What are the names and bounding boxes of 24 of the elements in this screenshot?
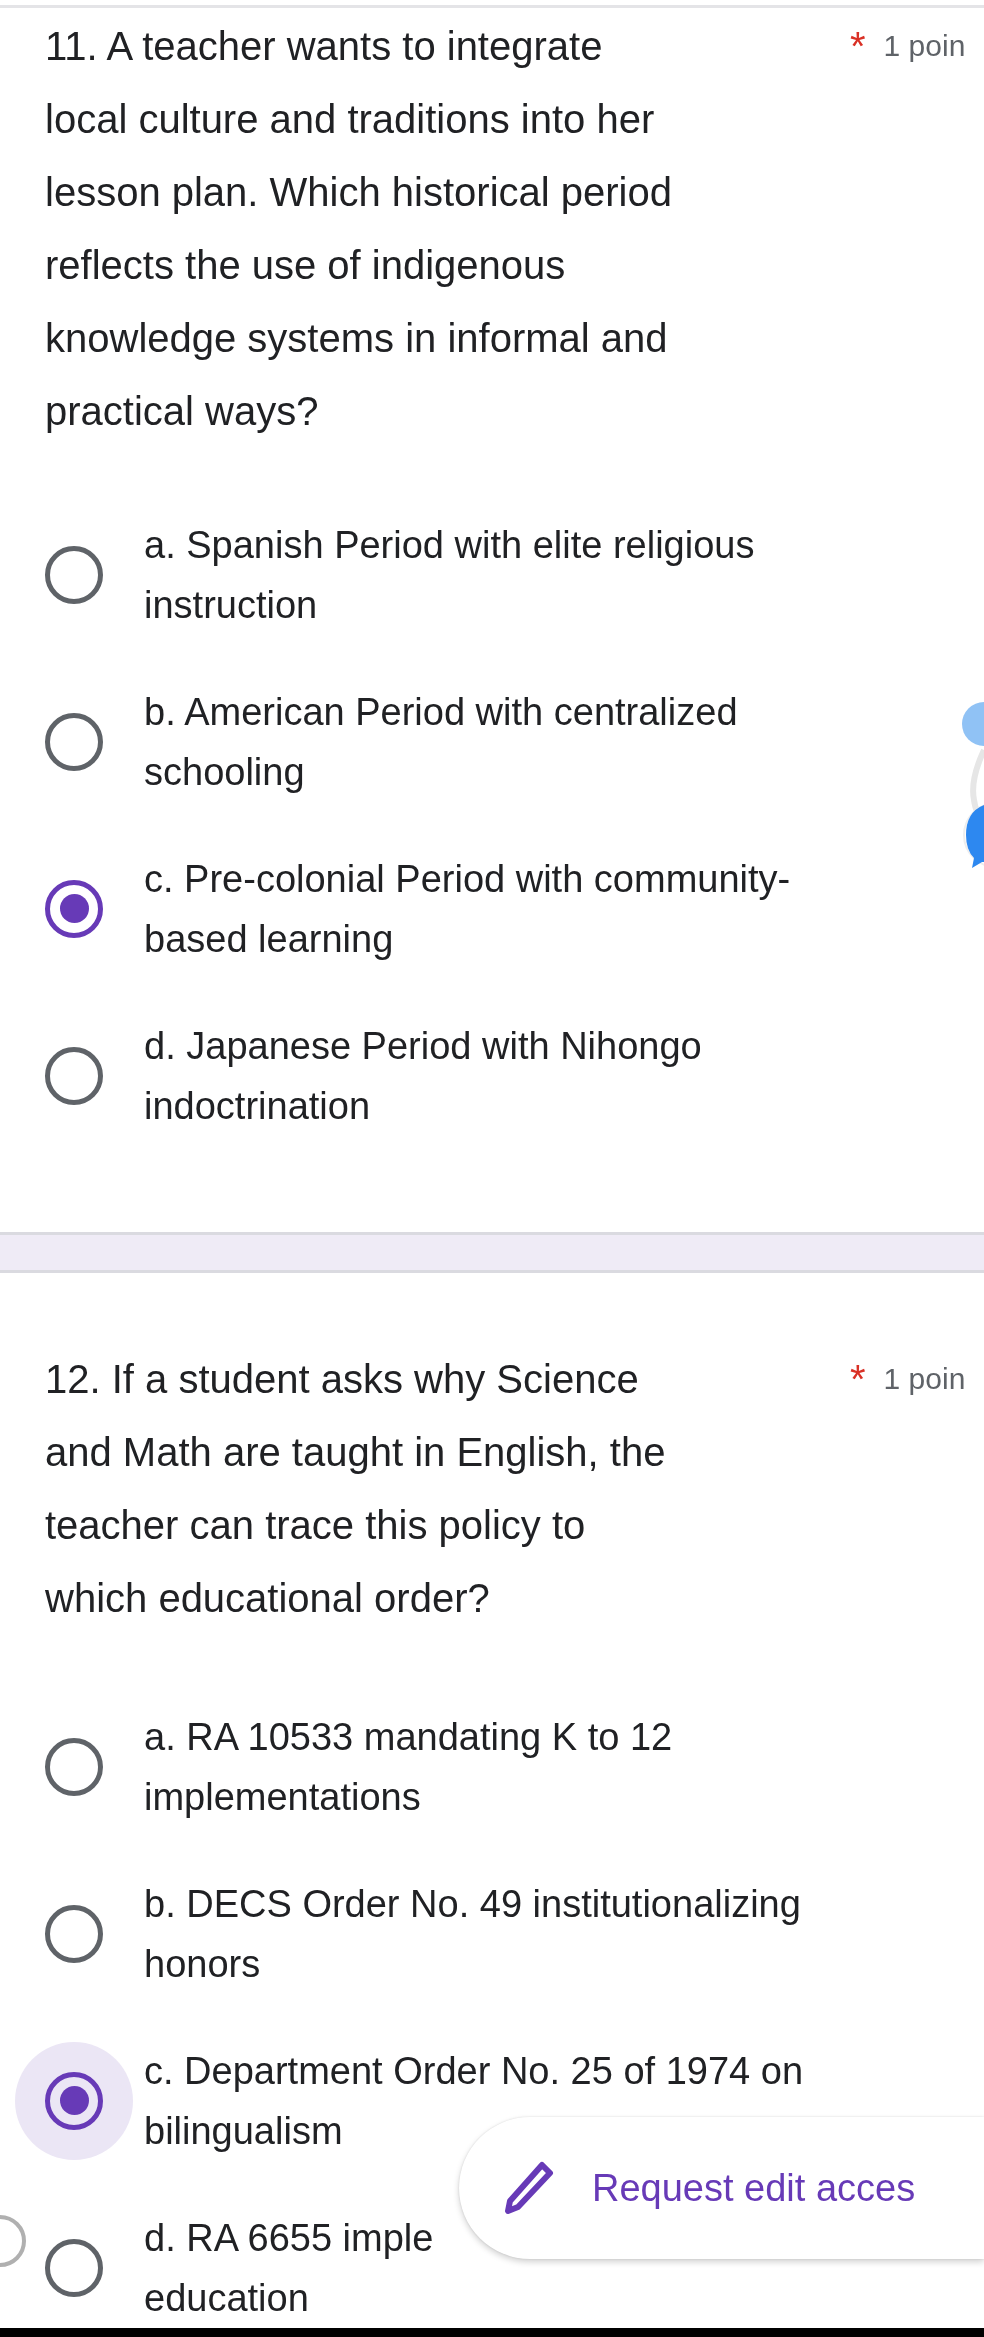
- radio-button[interactable]: [45, 545, 103, 604]
- radio-button[interactable]: [45, 2071, 103, 2130]
- points-label: 1 poin: [883, 29, 966, 64]
- radio-button[interactable]: [45, 1737, 103, 1796]
- question-title: 12. If a student asks why Science and Math are taught in English, the teacher can trace this policy to which educational order?: [45, 1355, 667, 1622]
- option-label: b. DECS Order No. 49 institutionalizing honors: [144, 1881, 801, 1987]
- radio-button[interactable]: [45, 1904, 103, 1963]
- radio-button[interactable]: [45, 1046, 103, 1105]
- radio-button[interactable]: [45, 879, 103, 938]
- option-label: b. American Period with centralized schooling: [144, 689, 738, 795]
- required-mark: *: [850, 1356, 866, 1402]
- option-label: c. Pre-colonial Period with community- based learning: [144, 856, 791, 962]
- option-label: a. Spanish Period with elite religious instruction: [144, 522, 755, 628]
- request-edit-access-button[interactable]: Request edit acces: [459, 2117, 984, 2259]
- pencil-icon: [504, 2161, 554, 2215]
- option-label: d. RA 6655 imple education: [144, 2215, 434, 2321]
- question-title: 11. A teacher wants to integrate local culture and traditions into her lesson plan. Which historical period reflects the use of indigenous knowledge systems in informal and practical ways?: [45, 22, 673, 435]
- radio-button[interactable]: [45, 712, 103, 771]
- radio-button[interactable]: [45, 2238, 103, 2297]
- option-label: d. Japanese Period with Nihongo indoctrination: [144, 1023, 702, 1129]
- chat-widget-drawing[interactable]: [960, 700, 984, 870]
- option-label: a. RA 10533 mandating K to 12 implementations: [144, 1714, 673, 1820]
- points-label: 1 poin: [883, 1362, 966, 1397]
- required-mark: *: [850, 23, 866, 69]
